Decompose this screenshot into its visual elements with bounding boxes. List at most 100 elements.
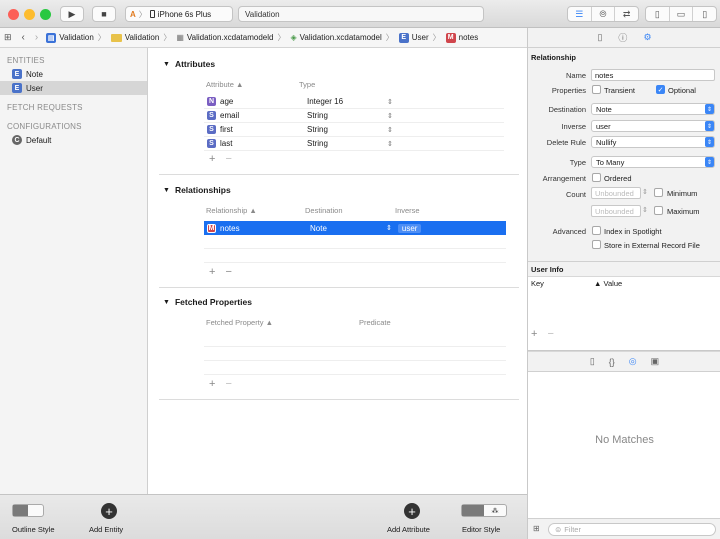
destination-select[interactable]: Note ⇕ [591, 103, 715, 115]
name-field[interactable]: notes [591, 69, 715, 81]
utilities-toggle-icon[interactable]: ▯ [693, 7, 716, 21]
file-inspector-icon[interactable]: ▯ [597, 32, 602, 43]
stepper-icon[interactable]: ⇕ [387, 126, 393, 134]
inverse-column-header[interactable]: Inverse [395, 206, 420, 215]
type-column-header[interactable]: Type [299, 80, 315, 89]
editor-mode-segmented[interactable]: ☰ ⦾ ⇄ [567, 6, 639, 22]
outline-style-toggle[interactable] [12, 504, 44, 517]
breadcrumb-project[interactable]: ▤ Validation 〉 [46, 32, 107, 43]
object-library-icon[interactable]: ◎ [629, 356, 637, 367]
stepper-icon[interactable]: ⇕ [386, 224, 392, 232]
filter-input[interactable]: ⊜ Filter [548, 523, 716, 536]
back-arrow-icon[interactable]: ‹ [22, 32, 25, 43]
forward-arrow-icon[interactable]: › [35, 32, 38, 43]
run-button[interactable]: ▶ [60, 6, 84, 22]
zoom-window-button[interactable] [40, 9, 51, 20]
transient-checkbox[interactable] [592, 85, 601, 94]
breadcrumb-relationship[interactable]: Mnotes [445, 32, 478, 43]
editor-style-toggle[interactable]: ⁂ [461, 504, 507, 517]
table-style-icon[interactable] [13, 505, 28, 516]
fetched-properties-section-header[interactable]: ▼ Fetched Properties [163, 297, 252, 307]
standard-editor-icon[interactable]: ☰ [568, 7, 592, 21]
sidebar-item-user[interactable]: E User [0, 81, 147, 95]
table-row[interactable]: S last String ⇕ [204, 137, 504, 151]
key-column-header[interactable]: Key [531, 279, 544, 288]
optional-checkbox[interactable]: ✓ [656, 85, 665, 94]
add-attribute-button[interactable]: Add Attribute [387, 525, 430, 534]
stepper-icon[interactable]: ⇕ [642, 206, 648, 214]
predicate-column-header[interactable]: Predicate [359, 318, 391, 327]
inverse-popup[interactable]: user [397, 223, 422, 233]
fetched-property-column-header[interactable]: Fetched Property ▲ [206, 318, 273, 327]
count-label: Count [565, 190, 586, 199]
library-content: No Matches [528, 372, 720, 518]
index-spotlight-checkbox[interactable] [592, 226, 601, 235]
grid-view-icon[interactable]: ⊞ [533, 524, 540, 533]
panel-toggle-segmented[interactable]: ▯ ▭ ▯ [645, 6, 717, 22]
add-entity-button[interactable]: Add Entity [89, 525, 123, 534]
attributes-section-header[interactable]: ▼ Attributes [163, 59, 215, 69]
minimize-window-button[interactable] [24, 9, 35, 20]
breadcrumb-model[interactable]: ◈ Validation.xcdatamodel 〉 [290, 32, 394, 43]
graph-editor-style-icon[interactable]: ⁂ [484, 505, 506, 516]
add-attribute-icon[interactable]: + [404, 503, 420, 519]
breadcrumb-entity[interactable]: E User 〉 [398, 32, 442, 43]
disclosure-triangle-icon[interactable]: ▼ [163, 187, 170, 194]
inverse-select[interactable]: user ⇕ [591, 120, 715, 132]
remove-fetched-property-minus-button[interactable]: − [225, 378, 231, 390]
media-library-icon[interactable]: ▣ [651, 356, 660, 367]
disclosure-triangle-icon[interactable]: ▼ [163, 299, 170, 306]
add-user-info-plus-button[interactable]: + [531, 328, 537, 340]
remove-relationship-minus-button[interactable]: − [225, 266, 231, 278]
minimum-count-field[interactable]: Unbounded [591, 187, 641, 199]
stepper-icon[interactable]: ⇕ [387, 98, 393, 106]
store-external-checkbox[interactable] [592, 240, 601, 249]
quick-help-icon[interactable]: ⓘ [618, 31, 627, 44]
close-window-button[interactable] [8, 9, 19, 20]
add-attribute-plus-button[interactable]: + [209, 153, 215, 165]
sort-ascending-icon: ▲ [249, 206, 257, 215]
add-fetched-property-plus-button[interactable]: + [209, 378, 215, 390]
stepper-icon[interactable]: ⇕ [387, 112, 393, 120]
table-row[interactable]: N age Integer 16 ⇕ [204, 95, 504, 109]
disclosure-triangle-icon[interactable]: ▼ [163, 61, 170, 68]
table-editor-style-icon[interactable] [462, 505, 484, 516]
remove-user-info-minus-button[interactable]: − [547, 328, 553, 340]
stop-button[interactable]: ■ [92, 6, 116, 22]
maximum-checkbox[interactable] [654, 206, 663, 215]
debug-area-toggle-icon[interactable]: ▭ [670, 7, 694, 21]
graph-style-icon[interactable] [28, 505, 43, 516]
sidebar-item-note[interactable]: E Note [0, 67, 147, 81]
maximum-count-field[interactable]: Unbounded [591, 205, 641, 217]
table-row[interactable]: S first String ⇕ [204, 123, 504, 137]
activity-viewer: Validation [238, 6, 484, 22]
related-items-icon[interactable]: ⊞ [4, 32, 12, 43]
sidebar-item-default[interactable]: C Default [0, 133, 147, 147]
code-snippet-library-icon[interactable]: {} [609, 357, 615, 367]
stepper-icon[interactable]: ⇕ [642, 188, 648, 196]
destination-column-header[interactable]: Destination [305, 206, 343, 215]
assistant-editor-icon[interactable]: ⦾ [592, 7, 616, 21]
scheme-selector[interactable]: A 〉 iPhone 6s Plus [125, 6, 233, 22]
value-column-header[interactable]: ▲ Value [594, 279, 622, 288]
version-editor-icon[interactable]: ⇄ [615, 7, 638, 21]
table-row[interactable]: M notes Note ⇕ user [204, 221, 506, 235]
relationship-icon: M [445, 32, 456, 43]
remove-attribute-minus-button[interactable]: − [225, 153, 231, 165]
relationship-column-header[interactable]: Relationship ▲ [206, 206, 257, 215]
ordered-checkbox[interactable] [592, 173, 601, 182]
table-row[interactable]: S email String ⇕ [204, 109, 504, 123]
relationships-section-header[interactable]: ▼ Relationships [163, 185, 231, 195]
file-template-library-icon[interactable]: ▯ [590, 356, 595, 367]
minimum-checkbox[interactable] [654, 188, 663, 197]
data-model-inspector-icon[interactable]: ⚙ [643, 32, 651, 43]
breadcrumb-group[interactable]: Validation 〉 [110, 32, 173, 43]
delete-rule-select[interactable]: Nullify ⇕ [591, 136, 715, 148]
type-select[interactable]: To Many ⇕ [591, 156, 715, 168]
add-relationship-plus-button[interactable]: + [209, 266, 215, 278]
attribute-column-header[interactable]: Attribute ▲ [206, 80, 243, 89]
stepper-icon[interactable]: ⇕ [387, 140, 393, 148]
add-entity-icon[interactable]: + [101, 503, 117, 519]
breadcrumb-model-bundle[interactable]: ▦ Validation.xcdatamodeld 〉 [176, 32, 286, 43]
navigator-toggle-icon[interactable]: ▯ [646, 7, 670, 21]
